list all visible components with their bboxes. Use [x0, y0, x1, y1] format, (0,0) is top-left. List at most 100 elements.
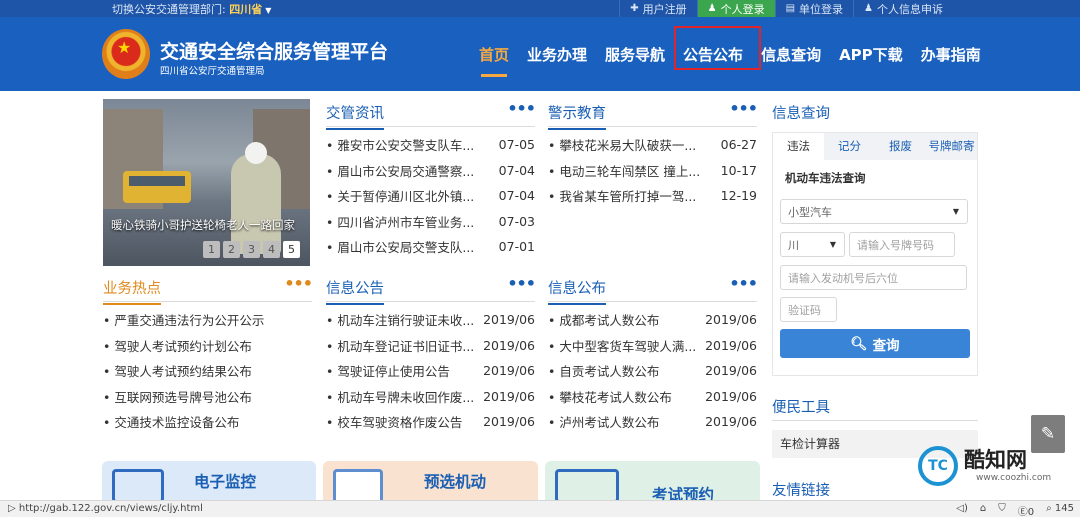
status-url-text: http://gab.122.gov.cn/views/cljy.html — [18, 503, 203, 514]
lock-icon[interactable]: ⌂ — [980, 503, 986, 517]
nav-business[interactable]: 业务办理 — [518, 17, 596, 91]
list-item[interactable]: • 眉山市公安局交警支队... 07-01 — [326, 234, 535, 260]
list-item-title: • 自贡考试人数公布 — [548, 364, 660, 380]
counter-icon[interactable]: Ⓔ0 — [1018, 503, 1034, 517]
query-button[interactable]: 🔍︎ 查询 — [780, 329, 970, 358]
nav-home[interactable]: 首页 — [470, 17, 518, 91]
panel-title[interactable]: 信息公布 — [548, 277, 606, 305]
nav-app-download[interactable]: APP下载 — [830, 17, 912, 91]
list-item-title: • 成都考试人数公布 — [548, 313, 660, 329]
list-item-title: • 严重交通违法行为公开公示 — [103, 313, 265, 329]
tools-section-title: 便民工具 — [772, 400, 830, 416]
slide-page-1[interactable]: 1 — [203, 241, 220, 258]
nav-info-query[interactable]: 信息查询 — [752, 17, 830, 91]
slide-page-4[interactable]: 4 — [263, 241, 280, 258]
vehicle-type-select[interactable]: 小型汽车 ▼ — [780, 199, 968, 224]
more-icon[interactable]: ••• — [729, 99, 758, 118]
list-item[interactable]: • 攀枝花米易大队破获一... 06-27 — [548, 132, 757, 158]
list-item-title: • 泸州考试人数公布 — [548, 415, 660, 431]
list-item[interactable]: • 机动车号牌未收回作废... 2019/06 — [326, 384, 535, 410]
panel-head: 警示教育 ••• — [548, 99, 758, 130]
caret-down-icon[interactable]: ▼ — [265, 6, 271, 15]
nav-announcements[interactable]: 公告公布 — [674, 17, 752, 91]
list-item[interactable]: • 驾驶证停止使用公告 2019/06 — [326, 358, 535, 384]
list-item-title: • 驾驶人考试预约结果公布 — [103, 364, 252, 380]
nav-service-guide[interactable]: 服务导航 — [596, 17, 674, 91]
tile-label: 预选机动 — [424, 473, 487, 491]
province-select[interactable]: 川 ▼ — [780, 232, 845, 257]
list-item-date: 2019/06 — [483, 312, 535, 328]
shield-icon[interactable]: ⛉ — [998, 503, 1006, 517]
list-item[interactable]: • 驾驶人考试预约结果公布 — [103, 358, 312, 384]
plate-number-input[interactable]: 请输入号牌号码 — [849, 232, 955, 257]
list-item-date: 12-19 — [720, 188, 757, 204]
list-item[interactable]: • 关于暂停通川区北外镇... 07-04 — [326, 183, 535, 209]
watermark-name: 酷知网 — [964, 448, 1027, 472]
tile-preselect-plate[interactable]: 预选机动 — [323, 461, 538, 503]
list-item[interactable]: • 驾驶人考试预约计划公布 — [103, 333, 312, 359]
panel-title[interactable]: 交管资讯 — [326, 102, 384, 130]
tab-plate-mail[interactable]: 号牌邮寄 — [926, 133, 977, 160]
company-login-link[interactable]: ▤ 单位登录 — [774, 0, 853, 17]
panel-info-notices: 信息公告 ••• • 机动车注销行驶证未收... 2019/06 • 机动车登记证… — [326, 274, 536, 435]
slide-page-3[interactable]: 3 — [243, 241, 260, 258]
slide-rider — [231, 142, 281, 254]
list-item[interactable]: • 泸州考试人数公布 2019/06 — [548, 409, 757, 435]
status-icons: ◁) ⌂ ⛉ Ⓔ0 ⌕ 145 — [956, 503, 1074, 517]
query-tabs: 违法 记分 报废 号牌邮寄 — [773, 133, 977, 160]
panel-traffic-news: 交管资讯 ••• • 雅安市公安交警支队车... 07-05 • 眉山市公安局交通… — [326, 99, 536, 260]
tile-e-monitoring[interactable]: 电子监控 — [102, 461, 316, 503]
more-icon[interactable]: ••• — [507, 99, 536, 118]
news-slideshow[interactable]: 暖心铁骑小哥护送轮椅老人一路回家 1 2 3 4 5 — [103, 99, 310, 266]
list-item[interactable]: • 攀枝花考试人数公布 2019/06 — [548, 384, 757, 410]
panel-title[interactable]: 信息公告 — [326, 277, 384, 305]
list-item[interactable]: • 机动车注销行驶证未收... 2019/06 — [326, 307, 535, 333]
list-item[interactable]: • 自贡考试人数公布 2019/06 — [548, 358, 757, 384]
status-url: ▷ http://gab.122.gov.cn/views/cljy.html — [8, 503, 203, 514]
list-item[interactable]: • 四川省泸州市车管业务... 07-03 — [326, 209, 535, 235]
list-item-date: 07-04 — [498, 188, 535, 204]
list-item-date: 2019/06 — [705, 388, 757, 404]
list-item[interactable]: • 大中型客货车驾驶人满... 2019/06 — [548, 333, 757, 359]
region-switcher[interactable]: 切换公安交通管理部门: 四川省 ▼ — [112, 1, 271, 17]
list-item[interactable]: • 机动车登记证书旧证书... 2019/06 — [326, 333, 535, 359]
user-icon: ♟ — [707, 3, 717, 14]
list-item[interactable]: • 电动三轮车闯禁区 撞上... 10-17 — [548, 158, 757, 184]
more-icon[interactable]: ••• — [284, 274, 313, 293]
calendar-icon — [555, 469, 619, 503]
list-item[interactable]: • 互联网预选号牌号池公布 — [103, 384, 312, 410]
list-item[interactable]: • 成都考试人数公布 2019/06 — [548, 307, 757, 333]
coozhi-logo: TC — [918, 446, 958, 486]
appeal-link[interactable]: ♟ 个人信息申诉 — [853, 0, 953, 17]
tile-exam-booking[interactable]: 考试预约 — [545, 461, 760, 503]
more-icon[interactable]: ••• — [729, 274, 758, 293]
list-item[interactable]: • 眉山市公安局交通警察... 07-04 — [326, 158, 535, 184]
register-link[interactable]: ✚ 用户注册 — [619, 0, 696, 17]
slide-page-5[interactable]: 5 — [283, 241, 300, 258]
panel-title[interactable]: 业务热点 — [103, 277, 161, 305]
more-icon[interactable]: ••• — [507, 274, 536, 293]
list-item[interactable]: • 雅安市公安交警支队车... 07-05 — [326, 132, 535, 158]
list-item[interactable]: • 交通技术监控设备公布 — [103, 409, 312, 435]
list-item[interactable]: • 校车驾驶资格作废公告 2019/06 — [326, 409, 535, 435]
top-links: ✚ 用户注册 ♟ 个人登录 ▤ 单位登录 ♟ 个人信息申诉 — [619, 0, 953, 17]
list-item-title: • 校车驾驶资格作废公告 — [326, 415, 463, 431]
engine-number-input[interactable]: 请输入发动机号后六位 — [780, 265, 967, 290]
site-title[interactable]: 交通安全综合服务管理平台 — [160, 37, 388, 64]
region-value[interactable]: 四川省 — [229, 3, 262, 16]
tab-violation[interactable]: 违法 — [773, 133, 824, 160]
zoom-level[interactable]: ⌕ 145 — [1046, 503, 1074, 517]
panel-title[interactable]: 警示教育 — [548, 102, 606, 130]
nav-guide[interactable]: 办事指南 — [912, 17, 990, 91]
speaker-icon[interactable]: ◁) — [956, 503, 968, 517]
list-item[interactable]: • 我省某车管所打掉一驾... 12-19 — [548, 183, 757, 209]
tab-points[interactable]: 记分 — [824, 133, 875, 160]
captcha-input[interactable]: 验证码 — [780, 297, 837, 322]
slide-page-2[interactable]: 2 — [223, 241, 240, 258]
slide-caption[interactable]: 暖心铁骑小哥护送轮椅老人一路回家 — [103, 217, 310, 233]
personal-login-link[interactable]: ♟ 个人登录 — [696, 0, 775, 17]
tab-scrap[interactable]: 报废 — [875, 133, 926, 160]
list-item[interactable]: • 严重交通违法行为公开公示 — [103, 307, 312, 333]
list-item-title: • 机动车注销行驶证未收... — [326, 313, 475, 329]
tile-label: 电子监控 — [194, 473, 257, 491]
